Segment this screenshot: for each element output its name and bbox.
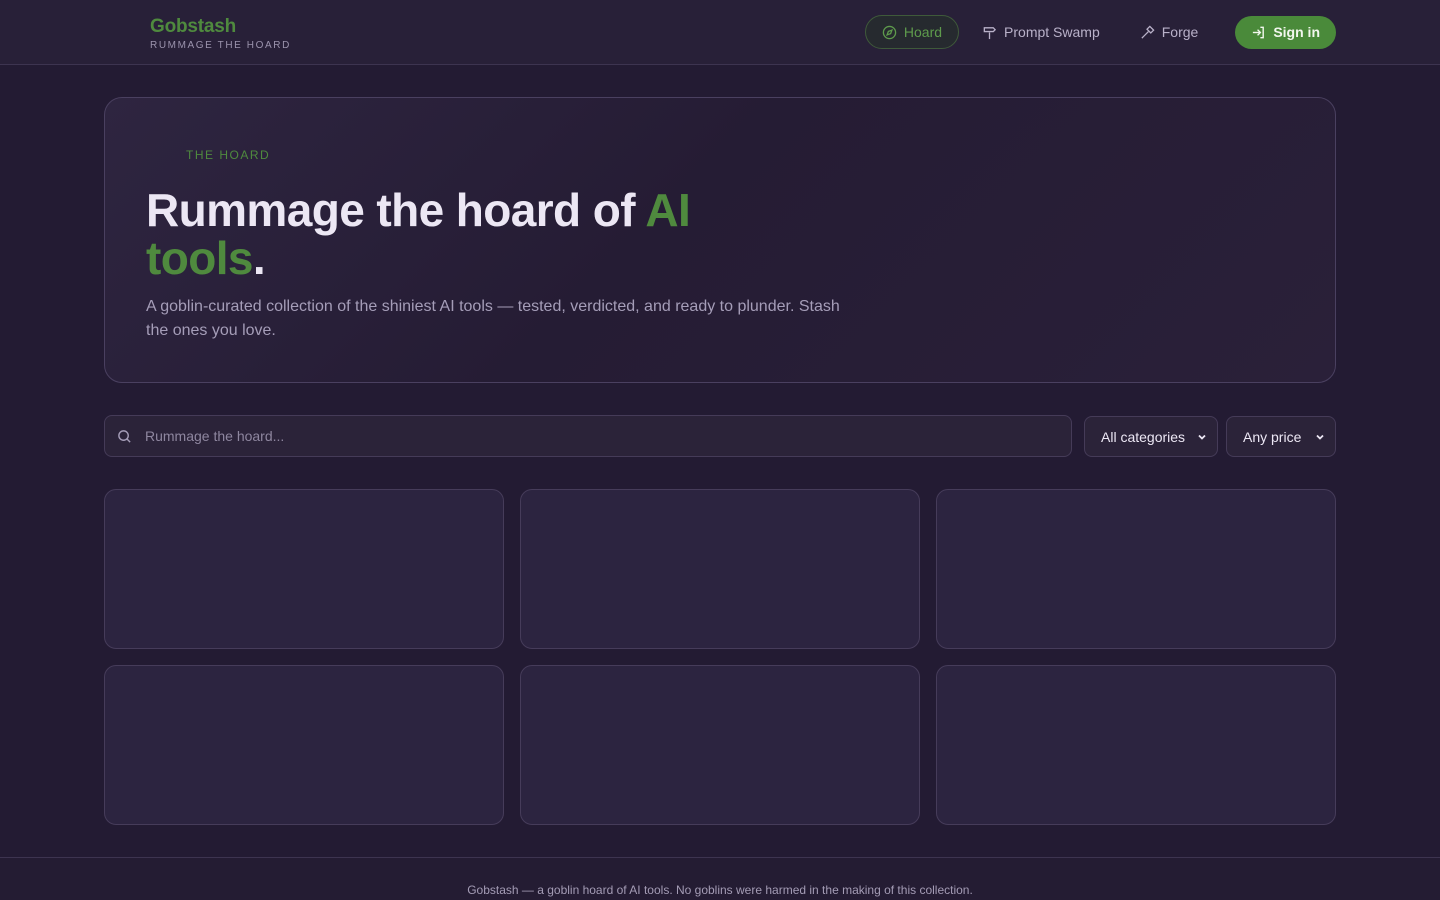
main-nav: Hoard Prompt Swamp Forge Sign in [864,15,1336,49]
signpost-icon [983,26,997,39]
page-footer: Gobstash — a goblin hoard of AI tools. N… [0,857,1440,900]
tool-card-placeholder[interactable] [520,489,920,649]
hammer-icon [1141,24,1155,39]
brand-tagline: RUMMAGE THE HOARD [150,40,291,51]
category-select[interactable]: All categories [1084,416,1218,457]
tool-card-placeholder[interactable] [520,665,920,825]
category-select-value: All categories [1101,428,1186,445]
nav-item-label: Forge [1161,24,1199,40]
hero-subtitle: A goblin-curated collection of the shini… [146,298,840,339]
brand-logo[interactable]: Gobstash RUMMAGE THE HOARD [150,16,291,51]
tool-card-placeholder[interactable] [104,489,504,649]
price-select-value: Any price [1243,428,1302,445]
nav-item-prompt-swamp[interactable]: Prompt Swamp [965,15,1117,49]
nav-item-hoard[interactable]: Hoard [864,15,960,49]
nav-item-label: Prompt Swamp [1004,24,1100,40]
tool-card-placeholder[interactable] [104,665,504,825]
nav-item-label: Hoard [903,24,943,40]
hero-panel: THE HOARD Rummage the hoard of AI tools.… [104,97,1336,383]
search-icon [118,430,131,443]
search-bar [104,415,1072,457]
footer-text: Gobstash — a goblin hoard of AI tools. N… [467,883,973,897]
sign-in-label: Sign in [1273,24,1320,40]
top-nav-bar: Gobstash RUMMAGE THE HOARD Hoard Prompt … [0,0,1440,65]
title-period: . [252,232,266,284]
price-select[interactable]: Any price [1226,416,1336,457]
compass-icon [882,25,897,39]
chevron-down-icon [1316,434,1324,440]
page-title: Rummage the hoard of AI tools. [146,186,786,282]
search-input[interactable] [145,416,1055,456]
sign-in-button[interactable]: Sign in [1235,15,1336,49]
sign-in-icon [1253,26,1265,38]
title-text: Rummage the hoard of [146,184,646,236]
chevron-down-icon [1198,434,1206,440]
hero-eyebrow: THE HOARD [186,148,271,162]
tool-card-placeholder[interactable] [936,665,1336,825]
brand-name: Gobstash [150,16,237,37]
nav-item-forge[interactable]: Forge [1123,15,1216,49]
tool-card-placeholder[interactable] [936,489,1336,649]
